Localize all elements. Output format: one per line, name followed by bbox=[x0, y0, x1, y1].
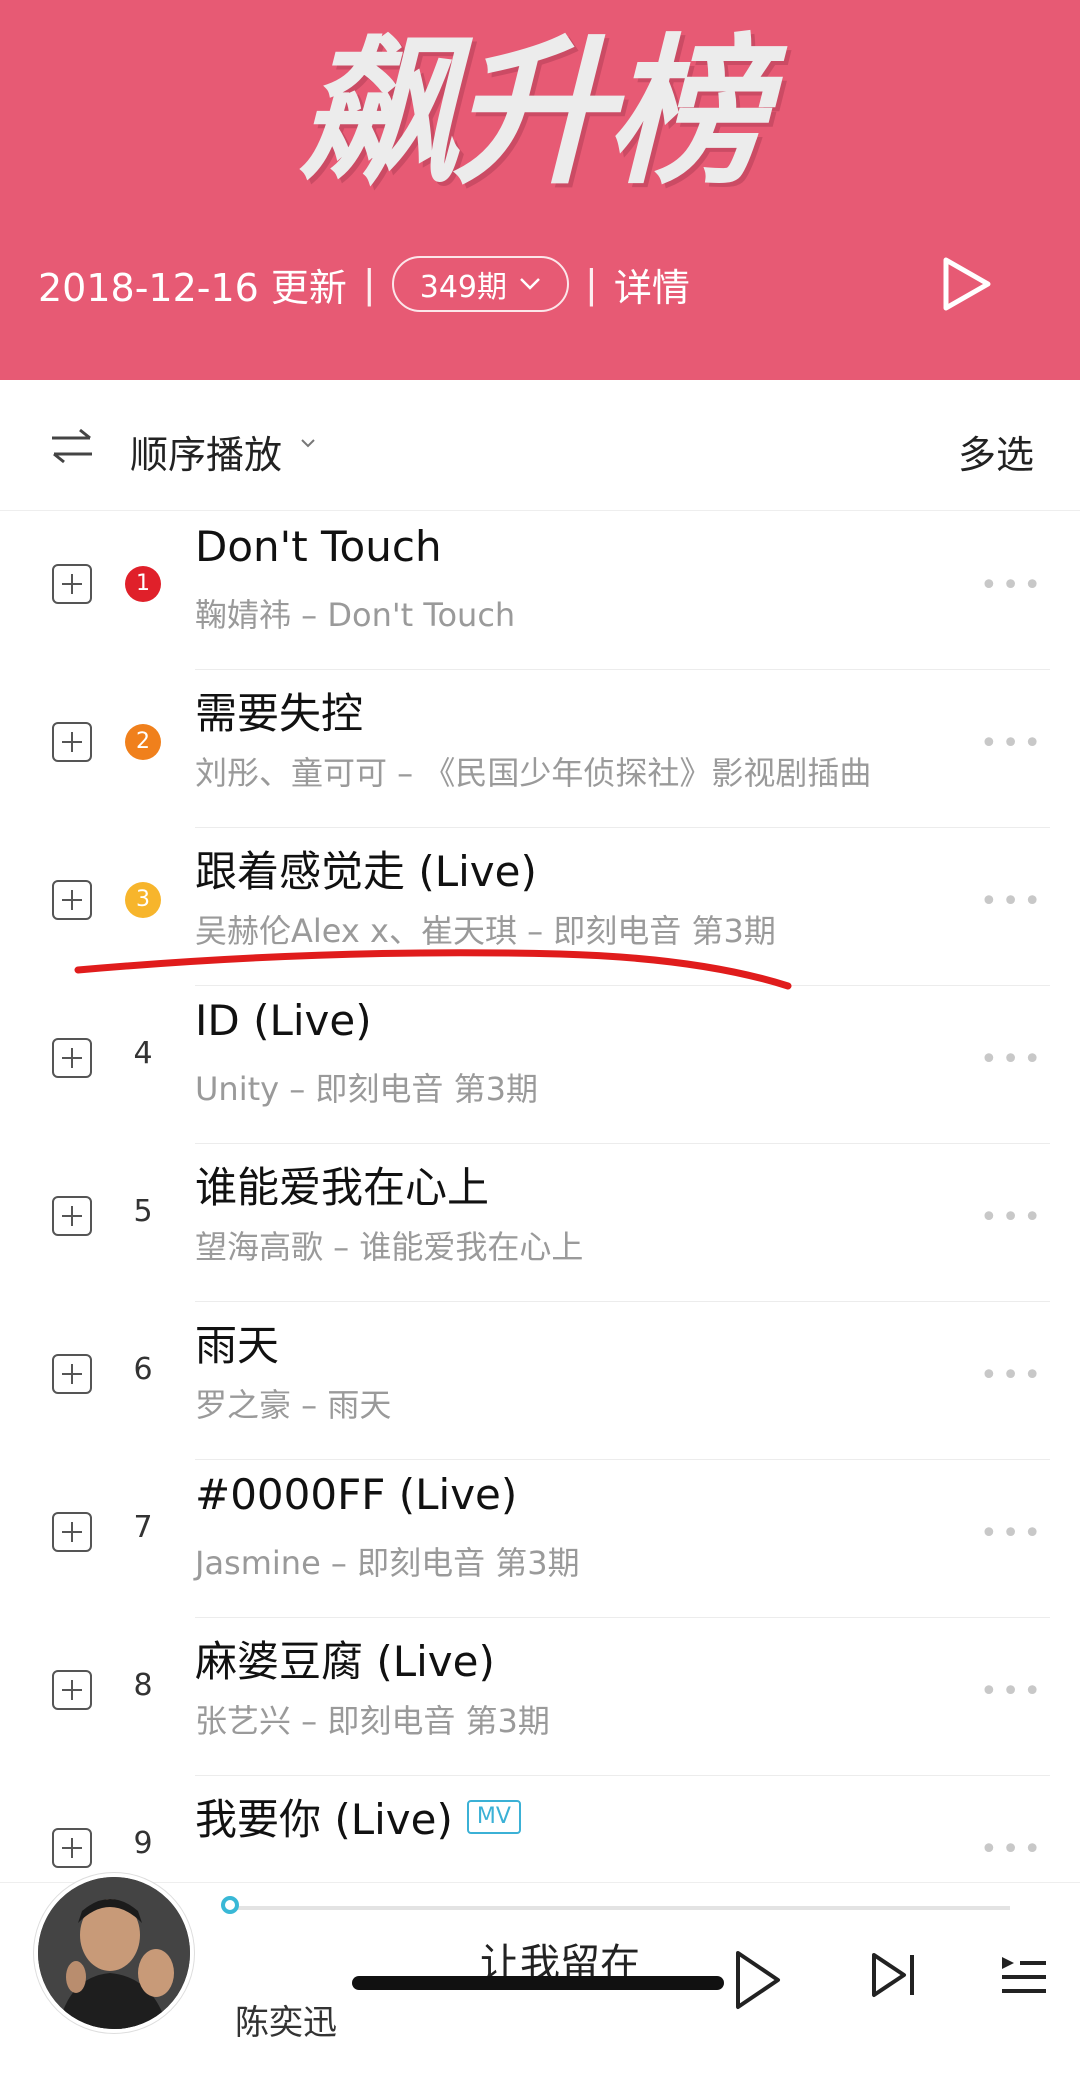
song-title: 谁能爱我在心上 bbox=[195, 1163, 490, 1212]
home-indicator bbox=[352, 1976, 724, 1990]
song-row[interactable]: 2 需要失控刘彤、童可可 – 《民国少年侦探社》影视剧插曲 ••• bbox=[0, 670, 1080, 828]
song-title-line: 跟着感觉走 (Live) bbox=[195, 838, 537, 899]
song-title-line: 谁能爱我在心上 bbox=[195, 1154, 489, 1215]
song-title-line: 需要失控 bbox=[195, 680, 363, 741]
song-row[interactable]: 4 ID (Live) Unity – 即刻电音 第3期 ••• bbox=[0, 986, 1080, 1144]
add-icon[interactable] bbox=[52, 564, 92, 604]
song-row[interactable]: 8 麻婆豆腐 (Live) 张艺兴 – 即刻电音 第3期 ••• bbox=[0, 1618, 1080, 1776]
song-subtitle: 张艺兴 – 即刻电音 第3期 bbox=[195, 1702, 550, 1740]
red-underline-annotation bbox=[74, 949, 792, 990]
more-options-icon[interactable]: ••• bbox=[980, 571, 1045, 601]
rank-number: 6 bbox=[133, 1352, 153, 1387]
song-title: 我要你 (Live) bbox=[195, 1795, 453, 1844]
more-options-icon[interactable]: ••• bbox=[980, 887, 1045, 917]
detail-link[interactable]: 详情 bbox=[614, 257, 690, 312]
rank-number: 5 bbox=[133, 1194, 153, 1229]
album-cover[interactable] bbox=[34, 1873, 194, 2033]
current-artist: 陈奕迅 bbox=[235, 2003, 337, 2043]
artist-photo bbox=[38, 1877, 190, 2029]
rank-number: 2 bbox=[125, 724, 161, 760]
play-icon[interactable] bbox=[730, 1947, 786, 2013]
song-row[interactable]: 1 Don't Touch 鞠婧祎 – Don't Touch ••• bbox=[0, 512, 1080, 670]
song-subtitle: Jasmine – 即刻电音 第3期 bbox=[195, 1544, 580, 1582]
rank-number: 9 bbox=[133, 1826, 153, 1861]
issue-selector[interactable]: 349期 bbox=[391, 256, 569, 312]
add-icon[interactable] bbox=[52, 1196, 92, 1236]
rank-number: 7 bbox=[133, 1510, 153, 1545]
progress-track[interactable] bbox=[232, 1906, 1010, 1910]
rank-number: 4 bbox=[133, 1036, 153, 1071]
more-options-icon[interactable]: ••• bbox=[980, 1519, 1045, 1549]
progress-handle[interactable] bbox=[221, 1896, 239, 1914]
song-subtitle: Unity – 即刻电音 第3期 bbox=[195, 1070, 538, 1108]
order-play-icon[interactable] bbox=[50, 428, 94, 464]
song-title: Don't Touch bbox=[195, 522, 442, 571]
song-title: 跟着感觉走 (Live) bbox=[195, 847, 537, 896]
divider: | bbox=[585, 262, 598, 306]
add-icon[interactable] bbox=[52, 1670, 92, 1710]
more-options-icon[interactable]: ••• bbox=[980, 1835, 1045, 1865]
song-title-line: Don't Touch bbox=[195, 522, 442, 571]
add-icon[interactable] bbox=[52, 1512, 92, 1552]
next-track-icon[interactable] bbox=[870, 1951, 918, 1999]
mv-badge[interactable]: MV bbox=[466, 1799, 521, 1834]
chevron-down-icon bbox=[520, 278, 540, 290]
divider: | bbox=[362, 262, 376, 306]
update-date: 2018-12-16 更新 bbox=[38, 265, 347, 310]
play-all-icon[interactable] bbox=[936, 254, 996, 314]
more-options-icon[interactable]: ••• bbox=[980, 1203, 1045, 1233]
rank-number: 8 bbox=[133, 1668, 153, 1703]
song-title-line: 雨天 bbox=[195, 1312, 279, 1373]
header-info-bar: 2018-12-16 更新 | 349期 | 详情 bbox=[38, 252, 690, 316]
song-title: 雨天 bbox=[195, 1321, 280, 1370]
more-options-icon[interactable]: ••• bbox=[980, 729, 1045, 759]
song-subtitle: 鞠婧祎 – Don't Touch bbox=[195, 596, 516, 634]
chart-header: 飙升榜 2018-12-16 更新 | 349期 | 详情 bbox=[0, 0, 1080, 380]
song-subtitle: 望海高歌 – 谁能爱我在心上 bbox=[195, 1228, 584, 1266]
song-title: ID (Live) bbox=[195, 996, 372, 1045]
song-title: #0000FF (Live) bbox=[195, 1470, 518, 1519]
song-title-line: 麻婆豆腐 (Live) bbox=[195, 1628, 495, 1689]
more-options-icon[interactable]: ••• bbox=[980, 1045, 1045, 1075]
multi-select-button[interactable]: 多选 bbox=[958, 424, 1034, 479]
add-icon[interactable] bbox=[52, 1038, 92, 1078]
chevron-down-icon bbox=[301, 439, 315, 448]
add-icon[interactable] bbox=[52, 722, 92, 762]
song-subtitle: 刘彤、童可可 – 《民国少年侦探社》影视剧插曲 bbox=[195, 754, 872, 792]
rank-number: 1 bbox=[125, 566, 161, 602]
song-row[interactable]: 7 #0000FF (Live) Jasmine – 即刻电音 第3期 ••• bbox=[0, 1460, 1080, 1618]
play-toolbar: 顺序播放 多选 bbox=[0, 384, 1080, 511]
add-icon[interactable] bbox=[52, 1354, 92, 1394]
add-icon[interactable] bbox=[52, 1828, 92, 1868]
playlist-icon[interactable] bbox=[1000, 1951, 1048, 1999]
more-options-icon[interactable]: ••• bbox=[980, 1361, 1045, 1391]
song-row[interactable]: 5 谁能爱我在心上望海高歌 – 谁能爱我在心上 ••• bbox=[0, 1144, 1080, 1302]
rank-number: 3 bbox=[125, 882, 161, 918]
song-title: 需要失控 bbox=[195, 689, 364, 738]
more-options-icon[interactable]: ••• bbox=[980, 1677, 1045, 1707]
song-title-line: #0000FF (Live) bbox=[195, 1470, 517, 1519]
song-title: 麻婆豆腐 (Live) bbox=[195, 1637, 495, 1686]
song-row[interactable]: 6 雨天罗之豪 – 雨天 ••• bbox=[0, 1302, 1080, 1460]
add-icon[interactable] bbox=[52, 880, 92, 920]
song-subtitle: 罗之豪 – 雨天 bbox=[195, 1386, 392, 1424]
song-title-line: ID (Live) bbox=[195, 996, 372, 1045]
order-play-button[interactable]: 顺序播放 bbox=[130, 424, 282, 479]
chart-logo: 飙升榜 bbox=[298, 19, 766, 206]
issue-label: 349期 bbox=[419, 270, 507, 305]
song-title-line: 我要你 (Live) MV bbox=[195, 1786, 521, 1847]
